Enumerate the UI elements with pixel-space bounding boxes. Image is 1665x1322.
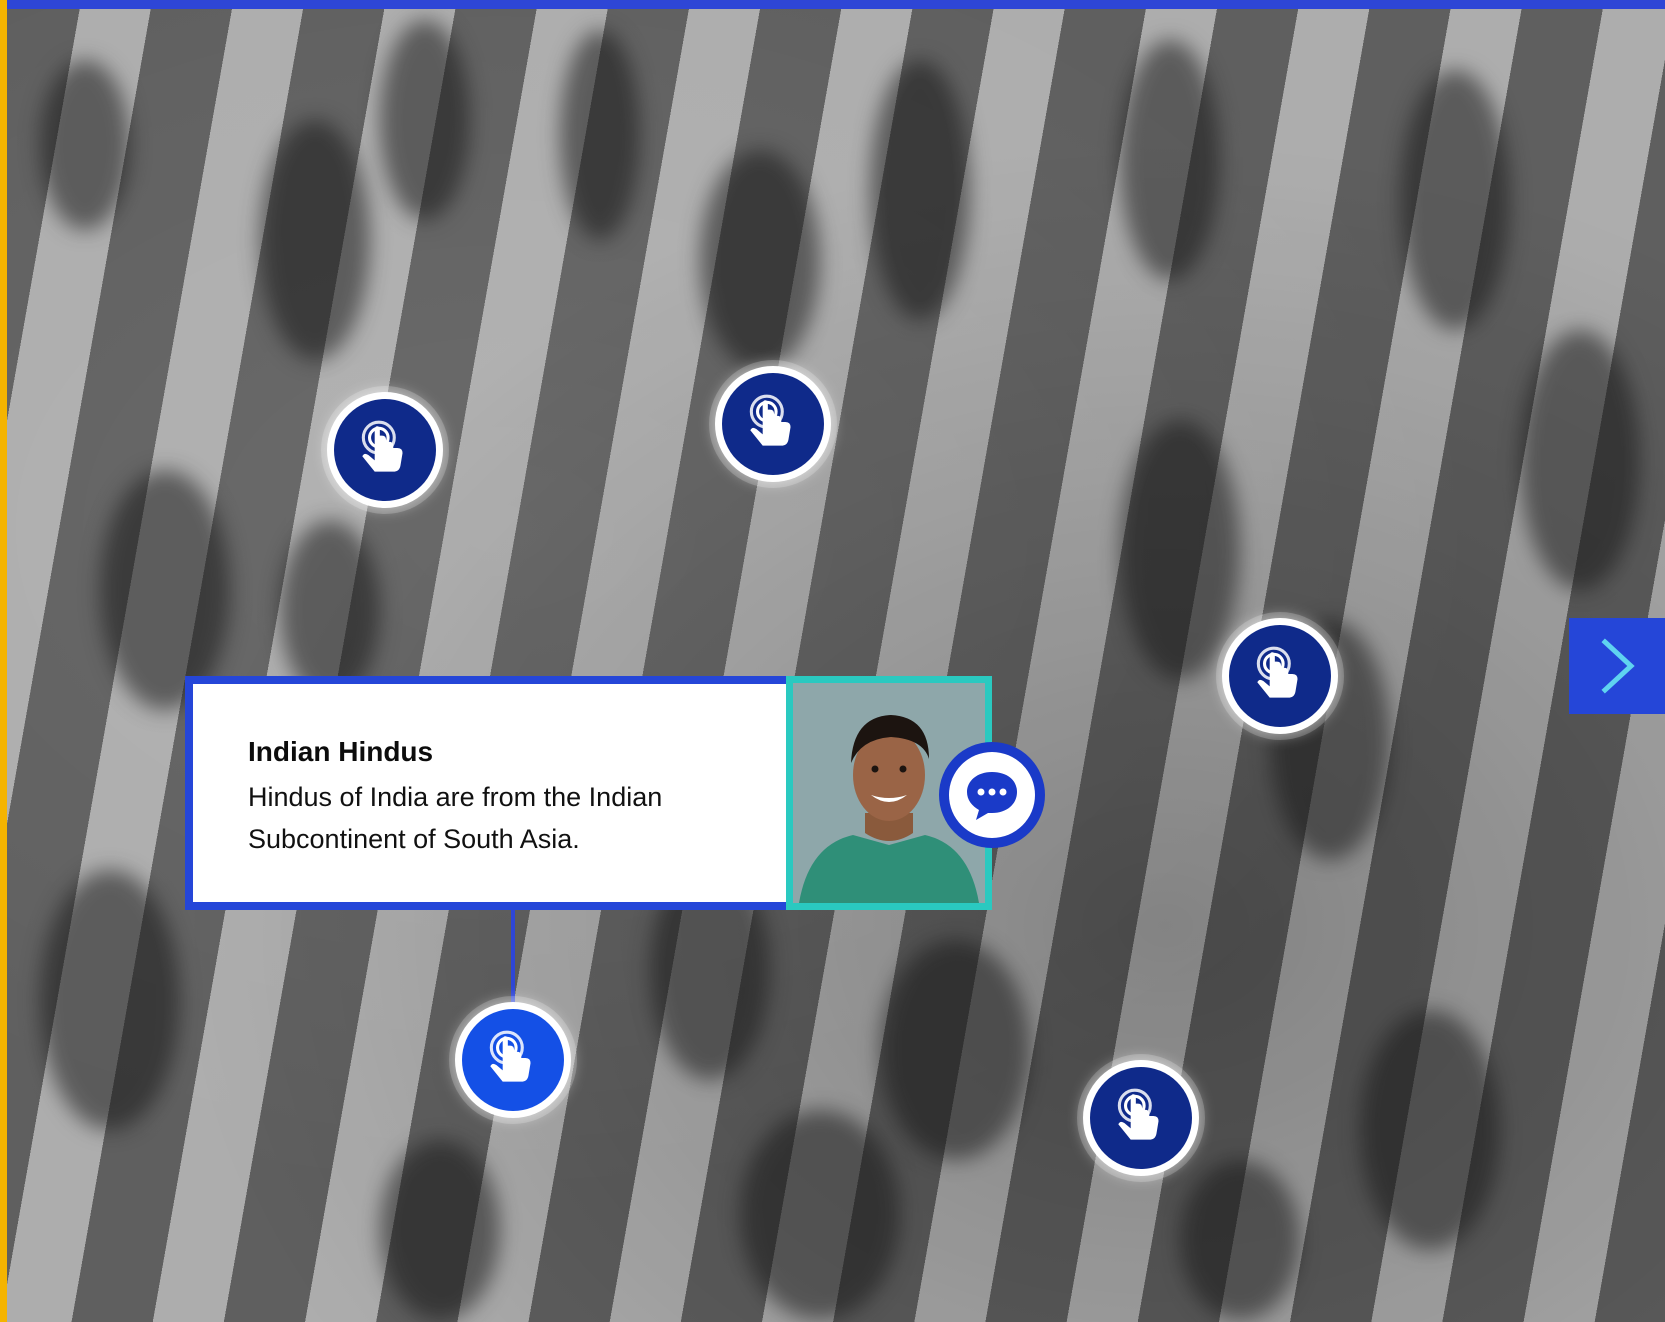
touch-icon [1256,646,1298,698]
hotspot-2[interactable] [709,360,837,488]
touch-icon [1117,1088,1159,1140]
info-card-title: Indian Hindus [248,736,434,767]
top-accent-bar [0,0,1665,9]
touch-icon [361,420,403,472]
info-card: Indian Hindus Hindus of India are from t… [185,676,803,910]
background-photo [0,0,1665,1322]
left-accent-bar [0,0,7,1322]
next-button[interactable] [1569,618,1665,714]
hotspot-3[interactable] [1216,612,1344,740]
hotspot-5[interactable] [1077,1054,1205,1182]
card-connector-line [511,904,515,1007]
hotspot-1[interactable] [321,386,449,514]
info-card-text: Hindus of India are from the Indian Subc… [248,782,663,854]
chevron-right-icon [1601,638,1635,694]
touch-icon [489,1030,531,1082]
hotspot-4-active[interactable] [449,996,577,1124]
chat-button[interactable] [939,742,1045,848]
chat-bubble-icon [967,772,1017,820]
touch-icon [749,394,791,446]
